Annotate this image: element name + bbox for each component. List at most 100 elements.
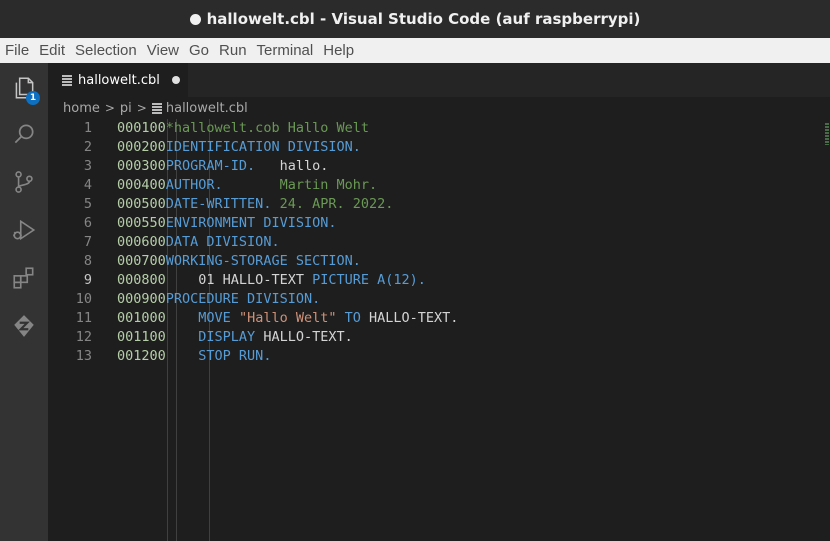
code-token: DATE-WRITTEN.: [165, 196, 272, 212]
code-token: IDENTIFICATION DIVISION.: [165, 139, 361, 155]
code-editor[interactable]: 1 2 3 4 5 6 7 8 9 10 11 12 13 000100*hallowelt.cob H…: [48, 119, 830, 541]
code-token: WORKING-STORAGE SECTION.: [165, 253, 361, 269]
menu-edit[interactable]: Edit: [34, 42, 70, 59]
explorer-badge: 1: [26, 91, 40, 105]
line-number: 4: [83, 177, 92, 193]
line-number: 2: [83, 139, 92, 155]
code-line[interactable]: 000900PROCEDURE DIVISION.: [117, 290, 817, 309]
code-token: 000900: [117, 291, 166, 307]
chevron-right-icon: >: [136, 101, 147, 115]
menu-file[interactable]: File: [0, 42, 34, 59]
line-number-gutter: 1 2 3 4 5 6 7 8 9 10 11 12 13: [48, 119, 92, 366]
explorer-button[interactable]: 1: [0, 65, 48, 111]
source-control-button[interactable]: [0, 159, 48, 205]
title-bar: hallowelt.cbl - Visual Studio Code (auf …: [0, 0, 830, 38]
extensions-icon: [13, 267, 34, 289]
menu-go[interactable]: Go: [184, 42, 214, 59]
code-token: "Hallo Welt": [238, 310, 337, 326]
menu-bar: File Edit Selection View Go Run Terminal…: [0, 38, 830, 63]
code-token: 01 HALLO-TEXT: [165, 272, 313, 288]
line-number: 8: [83, 253, 92, 269]
code-line[interactable]: 001000 MOVE "Hallo Welt" TO HALLO-TEXT.: [117, 309, 817, 328]
code-token: MOVE: [165, 310, 239, 326]
menu-run[interactable]: Run: [214, 42, 252, 59]
code-line[interactable]: 000700WORKING-STORAGE SECTION.: [117, 252, 817, 271]
breadcrumb: home > pi > hallowelt.cbl: [48, 97, 830, 119]
code-line[interactable]: 000500DATE-WRITTEN. 24. APR. 2022.: [117, 195, 817, 214]
line-number: 13: [75, 348, 92, 364]
code-line[interactable]: 001100 DISPLAY HALLO-TEXT.: [117, 328, 817, 347]
code-token: PROCEDURE DIVISION.: [165, 291, 321, 307]
code-token: 000100: [117, 120, 166, 136]
minimap[interactable]: [825, 123, 829, 145]
code-line[interactable]: 000100*hallowelt.cob Hallo Welt: [117, 119, 817, 138]
line-number: 5: [83, 196, 92, 212]
code-token: 001200: [117, 348, 166, 364]
line-number: 9: [83, 272, 92, 288]
run-debug-button[interactable]: [0, 207, 48, 253]
code-token: DISPLAY: [165, 329, 264, 345]
chevron-right-icon: >: [104, 101, 115, 115]
tab-hallowelt[interactable]: hallowelt.cbl: [48, 63, 188, 97]
code-line[interactable]: 000300PROGRAM-ID. hallo.: [117, 157, 817, 176]
code-area[interactable]: 000100*hallowelt.cob Hallo Welt 000200IDE…: [117, 119, 817, 366]
code-token: 24. APR. 2022.: [271, 196, 394, 212]
code-token: AUTHOR.: [165, 177, 223, 193]
menu-selection[interactable]: Selection: [70, 42, 142, 59]
code-line[interactable]: 000200IDENTIFICATION DIVISION.: [117, 138, 817, 157]
code-token: 000600: [117, 234, 166, 250]
breadcrumb-file[interactable]: hallowelt.cbl: [166, 101, 248, 116]
line-number: 12: [75, 329, 92, 345]
code-token: 000800: [117, 272, 166, 288]
breadcrumb-home[interactable]: home: [63, 101, 100, 116]
line-number: 7: [83, 234, 92, 250]
line-number: 6: [83, 215, 92, 231]
code-token: 001000: [117, 310, 166, 326]
code-token: STOP RUN.: [165, 348, 272, 364]
source-control-icon: [15, 171, 33, 193]
line-number: 11: [75, 310, 92, 326]
tab-label: hallowelt.cbl: [78, 72, 160, 88]
code-token: 001100: [117, 329, 166, 345]
search-button[interactable]: [0, 111, 48, 157]
search-icon: [14, 124, 34, 144]
code-token: PROGRAM-ID.: [165, 158, 256, 174]
code-line[interactable]: 000800 01 HALLO-TEXT PICTURE A(12).: [117, 271, 817, 290]
code-token: PICTURE A(12).: [312, 272, 426, 288]
code-token: 000400: [117, 177, 166, 193]
line-number: 3: [83, 158, 92, 174]
breadcrumb-pi[interactable]: pi: [120, 101, 132, 116]
code-token: ENVIRONMENT DIVISION.: [165, 215, 337, 231]
code-token: Martin Mohr.: [222, 177, 378, 193]
code-token: DATA DIVISION.: [165, 234, 280, 250]
code-line[interactable]: 001200 STOP RUN.: [117, 347, 817, 366]
file-icon: [151, 102, 162, 114]
window-title: hallowelt.cbl - Visual Studio Code (auf …: [206, 10, 641, 28]
line-number: 10: [75, 291, 92, 307]
extensions-button[interactable]: [0, 255, 48, 301]
menu-view[interactable]: View: [142, 42, 184, 59]
code-line[interactable]: 000600DATA DIVISION.: [117, 233, 817, 252]
code-token: TO: [336, 310, 369, 326]
tab-strip: hallowelt.cbl: [48, 63, 830, 97]
activity-bar: 1: [0, 63, 48, 541]
code-token: HALLO-TEXT.: [369, 310, 459, 326]
code-token: 000550: [117, 215, 166, 231]
code-line[interactable]: 000550ENVIRONMENT DIVISION.: [117, 214, 817, 233]
file-icon: [62, 74, 72, 86]
unsaved-dot-icon: [189, 13, 201, 25]
code-token: 000300: [117, 158, 166, 174]
code-token: *hallowelt.cob Hallo Welt: [165, 120, 369, 136]
run-debug-icon: [13, 219, 36, 241]
menu-help[interactable]: Help: [318, 42, 359, 59]
code-token: 000200: [117, 139, 166, 155]
code-line[interactable]: 000400AUTHOR. Martin Mohr.: [117, 176, 817, 195]
code-token: HALLO-TEXT.: [263, 329, 353, 345]
remote-explorer-icon: [14, 315, 34, 337]
remote-explorer-button[interactable]: [0, 303, 48, 349]
menu-terminal[interactable]: Terminal: [252, 42, 319, 59]
code-token: 000700: [117, 253, 166, 269]
modified-dot-icon[interactable]: [171, 76, 180, 84]
code-token: 000500: [117, 196, 166, 212]
line-number: 1: [83, 120, 92, 136]
